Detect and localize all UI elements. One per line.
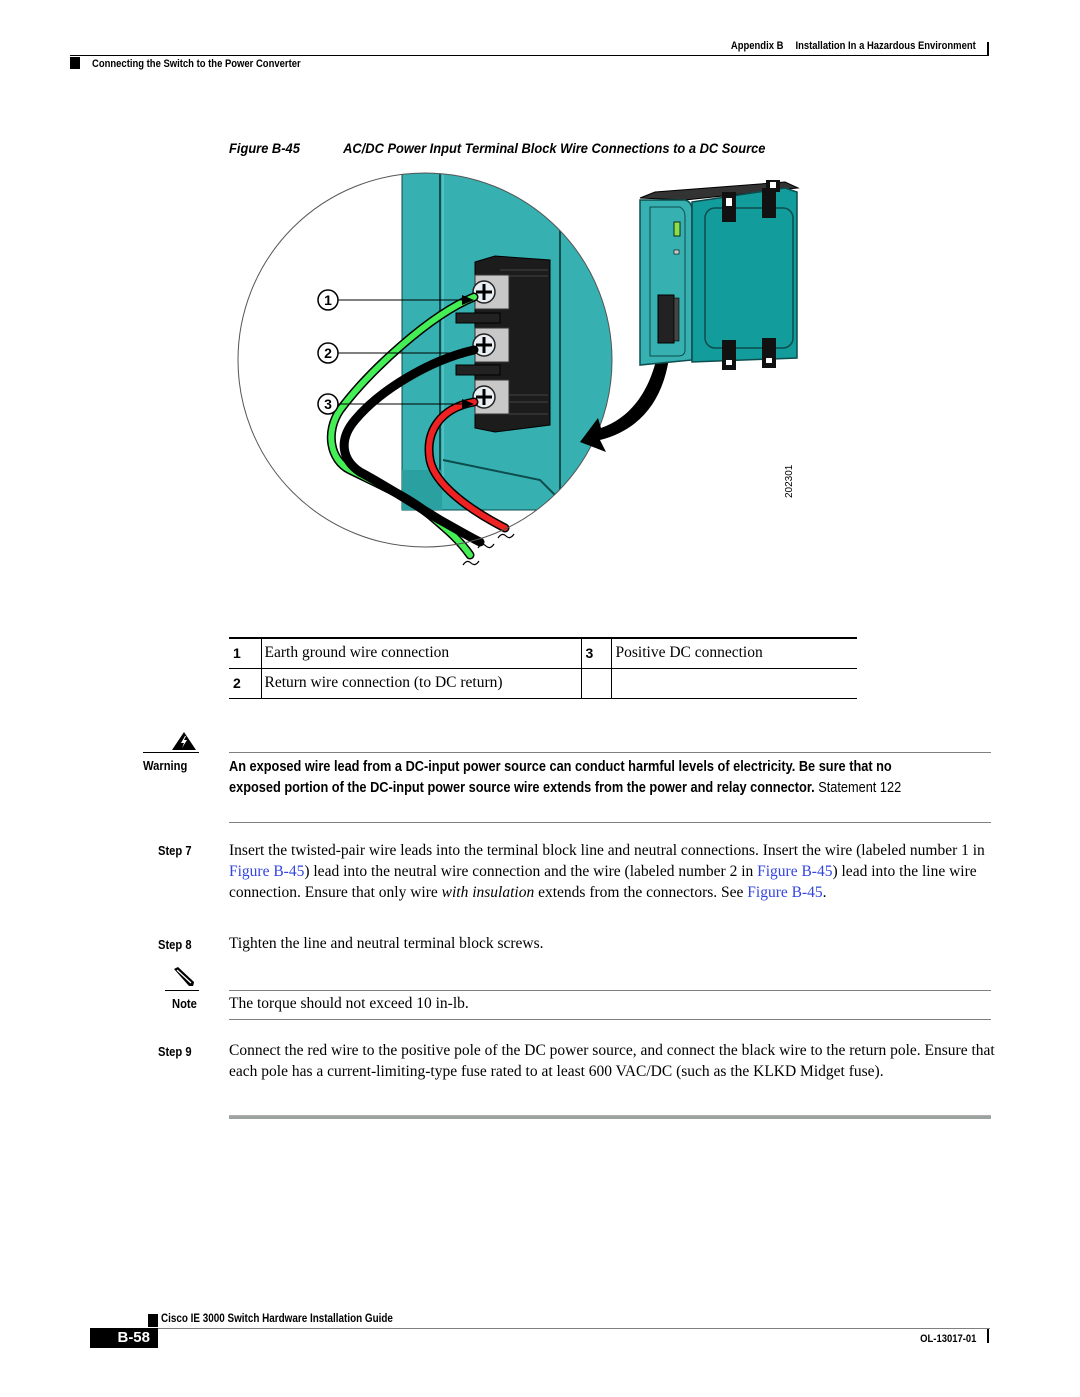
note-text: The torque should not exceed 10 in-lb. bbox=[229, 995, 469, 1012]
step-9-text: Connect the red wire to the positive pol… bbox=[229, 1040, 999, 1082]
running-header-section: Connecting the Switch to the Power Conve… bbox=[92, 58, 301, 70]
body-text: . bbox=[822, 884, 827, 901]
step-8-text: Tighten the line and neutral terminal bl… bbox=[229, 933, 999, 954]
step-label: Step 7 bbox=[158, 843, 192, 858]
warning-label: Warning bbox=[143, 758, 188, 773]
note-top-rule bbox=[229, 990, 991, 991]
figure-illustration: 1 2 3 bbox=[237, 172, 800, 566]
figure-number: Figure B-45 bbox=[229, 140, 300, 156]
header-bar bbox=[987, 42, 989, 56]
footer-rule bbox=[148, 1328, 990, 1329]
warning-statement: Statement 122 bbox=[818, 779, 902, 796]
svg-text:1: 1 bbox=[324, 292, 332, 308]
warning-triangle-icon bbox=[172, 732, 196, 750]
note-bottom-rule bbox=[229, 1019, 991, 1020]
page-number: B-58 bbox=[90, 1328, 158, 1348]
chapter-title: Installation In a Hazardous Environment bbox=[795, 40, 976, 52]
warning-icon-rule bbox=[143, 752, 199, 753]
header-rule bbox=[70, 55, 988, 56]
procedure-end-rule bbox=[229, 1115, 991, 1119]
figure-legend-table: 1 Earth ground wire connection 3 Positiv… bbox=[229, 637, 857, 699]
pencil-note-icon bbox=[174, 967, 194, 986]
legend-number: 1 bbox=[229, 637, 261, 669]
figure-caption: Figure B-45 AC/DC Power Input Terminal Bl… bbox=[229, 140, 765, 156]
warning-text: An exposed wire lead from a DC-input pow… bbox=[229, 757, 915, 798]
footer-guide-title: Cisco IE 3000 Switch Hardware Installati… bbox=[161, 1313, 393, 1325]
footer-block-marker bbox=[148, 1314, 158, 1327]
running-header-chapter: Appendix B Installation In a Hazardous En… bbox=[731, 40, 976, 52]
legend-number: 2 bbox=[229, 668, 261, 699]
figure-cross-reference-link[interactable]: Figure B-45 bbox=[757, 863, 832, 880]
body-text: Insert the twisted-pair wire leads into … bbox=[229, 842, 985, 859]
emphasis-text: with insulation bbox=[441, 884, 535, 901]
figure-cross-reference-link[interactable]: Figure B-45 bbox=[229, 863, 304, 880]
legend-description: Earth ground wire connection bbox=[260, 637, 581, 669]
power-converter-device bbox=[639, 180, 800, 370]
chapter-label: Appendix B bbox=[731, 40, 784, 52]
legend-description bbox=[610, 668, 857, 699]
header-block-marker bbox=[70, 57, 80, 69]
body-text: Connect the red wire to the positive pol… bbox=[229, 1042, 995, 1080]
body-text: extends from the connectors. See bbox=[534, 884, 748, 901]
legend-number: 3 bbox=[580, 637, 611, 669]
body-text: Tighten the line and neutral terminal bl… bbox=[229, 935, 544, 952]
note-icon-rule bbox=[165, 990, 199, 991]
table-row: 1 Earth ground wire connection 3 Positiv… bbox=[229, 637, 857, 669]
warning-top-rule bbox=[229, 752, 991, 753]
footer-bar bbox=[987, 1329, 989, 1343]
svg-text:2: 2 bbox=[324, 345, 332, 361]
document-number: OL-13017-01 bbox=[919, 1333, 976, 1345]
figure-image-id: 202301 bbox=[784, 464, 795, 498]
note-label: Note bbox=[172, 996, 197, 1011]
figure-cross-reference-link[interactable]: Figure B-45 bbox=[747, 884, 822, 901]
legend-description: Return wire connection (to DC return) bbox=[260, 668, 581, 699]
legend-description: Positive DC connection bbox=[610, 637, 857, 669]
svg-text:3: 3 bbox=[324, 396, 332, 412]
body-text: ) lead into the neutral wire connection … bbox=[304, 863, 758, 880]
step-label: Step 9 bbox=[158, 1044, 192, 1059]
warning-bottom-rule bbox=[229, 822, 991, 823]
warning-body: An exposed wire lead from a DC-input pow… bbox=[229, 759, 892, 796]
table-row: 2 Return wire connection (to DC return) bbox=[229, 668, 857, 699]
figure-title: AC/DC Power Input Terminal Block Wire Co… bbox=[343, 140, 766, 156]
step-label: Step 8 bbox=[158, 937, 192, 952]
step-7-text: Insert the twisted-pair wire leads into … bbox=[229, 840, 999, 903]
legend-number bbox=[580, 668, 611, 699]
